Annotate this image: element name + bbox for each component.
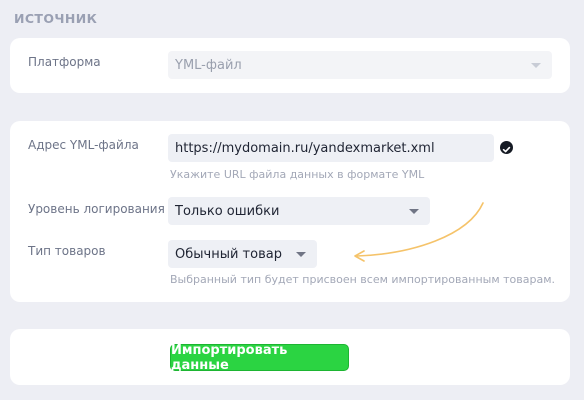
yml-address-label: Адрес YML-файла [28,138,139,152]
logging-level-value: Только ошибки [175,203,280,219]
chevron-down-icon [531,63,541,68]
check-circle-icon [500,141,513,154]
platform-label: Платформа [28,55,101,69]
chevron-down-icon [296,252,306,257]
product-type-select[interactable]: Обычный товар [168,240,317,268]
section-title: ИСТОЧНИК [14,11,98,26]
product-type-label: Тип товаров [28,244,106,258]
import-button[interactable]: Импортировать данные [170,343,349,373]
yml-address-hint: Укажите URL файла данных в формате YML [170,168,425,181]
platform-select[interactable]: YML-файл [168,51,552,79]
chevron-down-icon [409,209,419,214]
product-type-value: Обычный товар [175,246,282,262]
logging-level-label: Уровень логирования [28,202,165,216]
yml-address-input[interactable]: https://mydomain.ru/yandexmarket.xml [168,134,494,162]
product-type-hint: Выбранный тип будет присвоен всем импорт… [170,273,555,286]
platform-select-value: YML-файл [175,57,242,73]
yml-address-value: https://mydomain.ru/yandexmarket.xml [175,140,435,156]
logging-level-select[interactable]: Только ошибки [168,197,430,225]
